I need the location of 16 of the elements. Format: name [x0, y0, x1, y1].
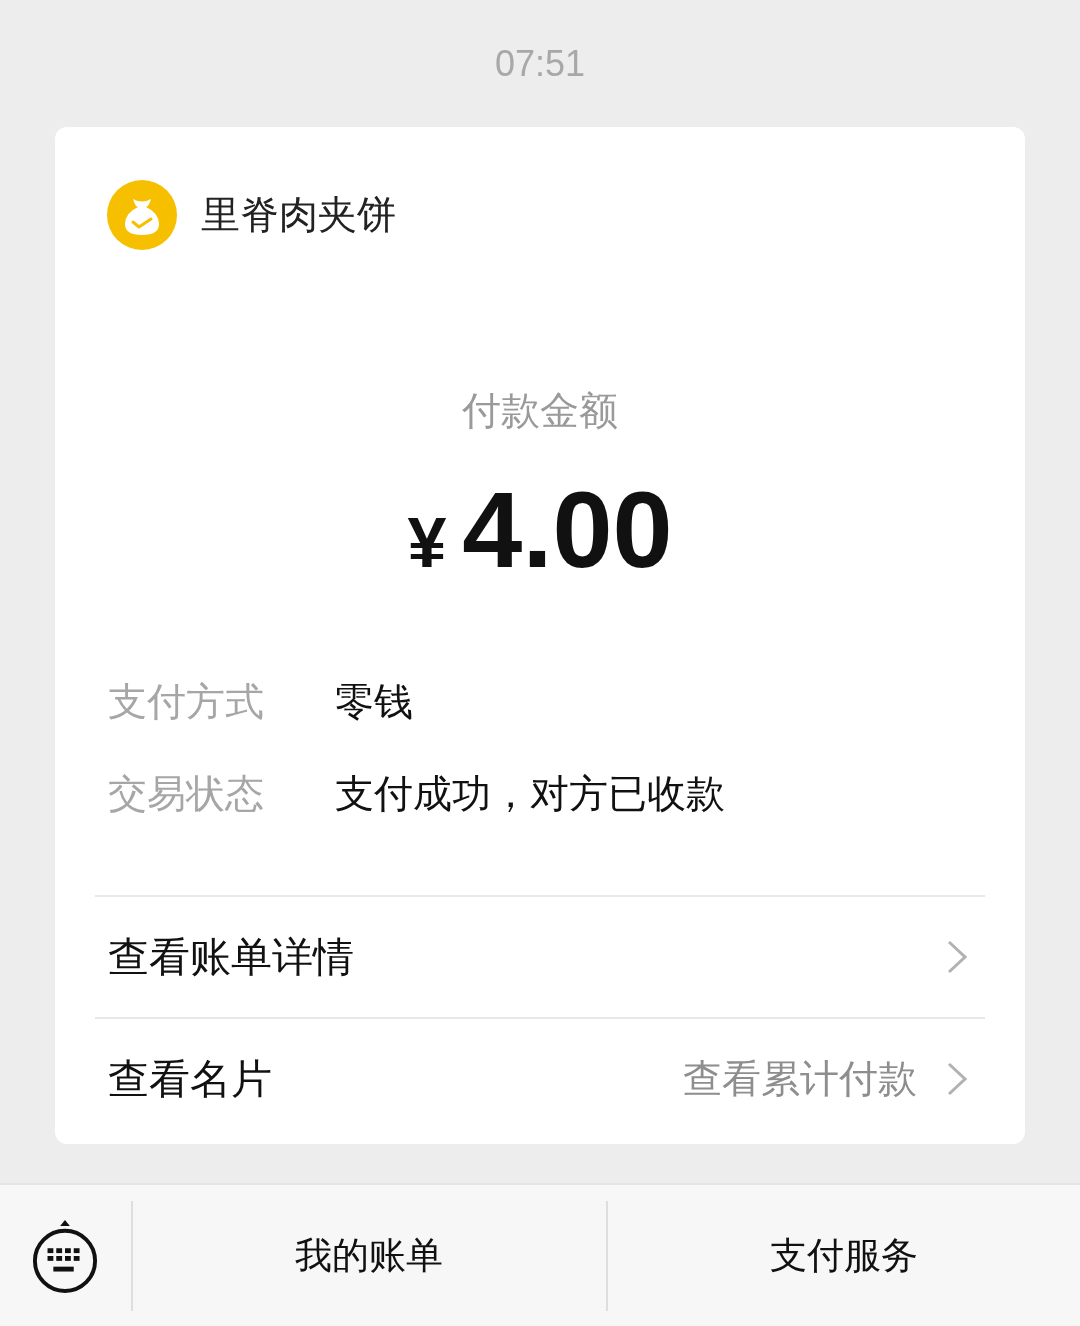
money-bag-logo-icon — [107, 180, 177, 250]
amount-label: 付款金额 — [462, 388, 618, 434]
currency-symbol: ¥ — [407, 503, 447, 584]
chevron-right-icon — [947, 1062, 967, 1096]
link-row[interactable]: 查看账单详情 — [95, 895, 985, 1017]
menu-item[interactable]: 支付服务 — [769, 1230, 918, 1281]
detail-label: 支付方式 — [108, 679, 265, 725]
amount-value: 4.00 — [462, 475, 673, 585]
detail-value: 支付成功，对方已收款 — [335, 771, 725, 817]
merchant-name: 里脊肉夹饼 — [201, 192, 396, 238]
link-row[interactable]: 查看名片 查看累计付款 — [95, 1017, 985, 1139]
detail-value: 零钱 — [335, 679, 413, 725]
timestamp: 07:51 — [494, 41, 586, 86]
chevron-right-icon — [947, 940, 967, 974]
menu-item[interactable]: 我的账单 — [295, 1230, 444, 1281]
detail-label: 交易状态 — [108, 771, 265, 817]
